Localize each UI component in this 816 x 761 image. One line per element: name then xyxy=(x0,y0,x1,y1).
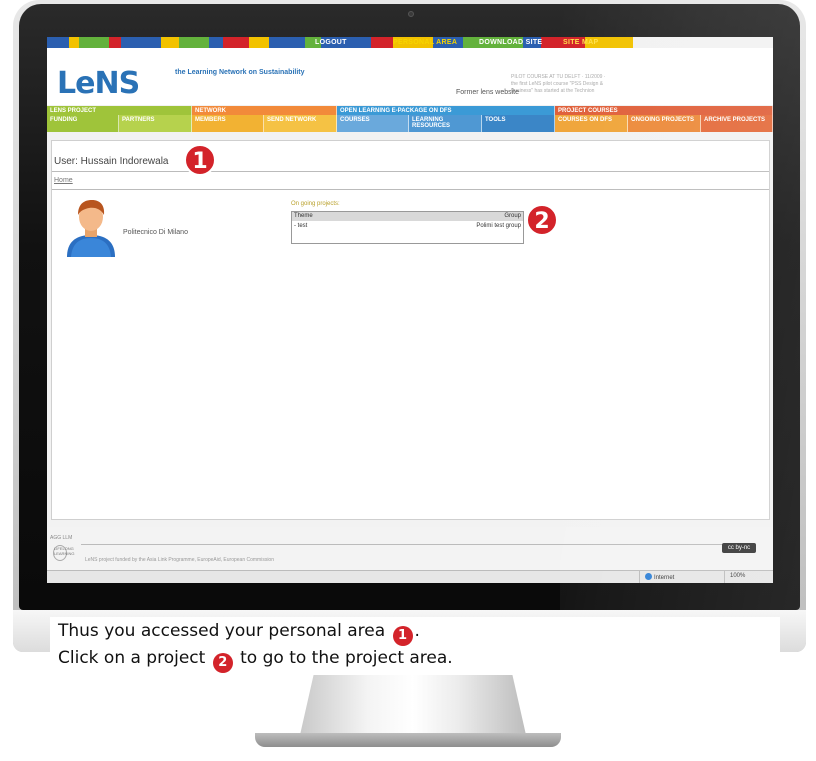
step-badge-1: 1 xyxy=(184,144,216,176)
menu-group-project-courses[interactable]: PROJECT COURSES xyxy=(555,106,773,115)
menu-item-funding[interactable]: FUNDING xyxy=(47,115,119,132)
divider xyxy=(81,544,746,545)
menu-item-tools[interactable]: TOOLS xyxy=(482,115,555,132)
personal-area-link[interactable]: PERSONAL AREA xyxy=(393,37,457,48)
column-header-group: Group xyxy=(504,213,521,219)
zoom-level[interactable]: 100% xyxy=(730,573,745,579)
top-nav: LOGOUT PERSONAL AREA DOWNLOAD SITE SITE … xyxy=(47,37,773,48)
menu-item-courses-on-dfs[interactable]: COURSES ON DFS xyxy=(555,115,628,132)
tagline: the Learning Network on Sustainability xyxy=(175,69,305,76)
caption-line-1: Thus you accessed your personal area 1. xyxy=(58,619,780,646)
column-header-theme: Theme xyxy=(294,213,313,219)
page-title: User: Hussain Indorewala xyxy=(54,156,169,167)
funding-note: LeNS project funded by the Asia Link Pro… xyxy=(85,557,274,563)
browser-screen: LOGOUT PERSONAL AREA DOWNLOAD SITE SITE … xyxy=(47,37,773,583)
lens-logo[interactable]: LeNS xyxy=(57,66,140,101)
menu-group-open-learning-e-package-on-dfs[interactable]: OPEN LEARNING E-PACKAGE ON DFS xyxy=(337,106,555,115)
menu-group-network[interactable]: NETWORK xyxy=(192,106,337,115)
caption-badge-1: 1 xyxy=(392,626,413,646)
security-zone: Internet xyxy=(645,573,674,581)
menu-item-archive-projects[interactable]: ARCHIVE PROJECTS xyxy=(701,115,773,132)
monitor-stage: LOGOUT PERSONAL AREA DOWNLOAD SITE SITE … xyxy=(0,0,816,761)
menu-groups: LENS PROJECT NETWORK OPEN LEARNING E-PACKA… xyxy=(47,106,773,115)
project-theme-link[interactable]: - test xyxy=(294,223,307,229)
menu-item-members[interactable]: MEMBERS xyxy=(192,115,264,132)
former-site-link[interactable]: Former lens website xyxy=(456,89,519,96)
globe-icon xyxy=(645,573,652,580)
ongoing-projects-label: On going projects: xyxy=(291,201,340,207)
avatar xyxy=(67,200,115,257)
site-map-link[interactable]: SITE MAP xyxy=(563,37,598,48)
step-badge-2: 2 xyxy=(526,204,558,236)
project-group[interactable]: Polimi test group xyxy=(476,223,521,229)
logout-link[interactable]: LOGOUT xyxy=(315,37,347,48)
home-link[interactable]: Home xyxy=(54,177,73,184)
creative-commons-badge[interactable]: cc by-nc xyxy=(722,543,756,553)
main-content: User: Hussain Indorewala Home Politecnic… xyxy=(51,140,770,520)
caption-badge-2: 2 xyxy=(212,653,233,673)
table-header: Theme Group xyxy=(292,212,523,221)
tutorial-caption: Thus you accessed your personal area 1. … xyxy=(50,617,780,675)
footer-small-text: AGG LLM xyxy=(50,535,73,541)
menu-item-send-network[interactable]: SEND NETWORK xyxy=(264,115,337,132)
camera-icon xyxy=(408,11,414,17)
menu-item-ongoing-projects[interactable]: ONGOING PROJECTS xyxy=(628,115,701,132)
divider xyxy=(52,171,769,172)
menu-items: FUNDING PARTNERS MEMBERS SEND NETWORK COURSE… xyxy=(47,115,773,132)
site-footer: AGG LLM LIFELONG LEARNING LeNS project f… xyxy=(47,527,773,571)
caption-line-2: Click on a project 2 to go to the projec… xyxy=(58,646,780,673)
llp-logo: LIFELONG LEARNING xyxy=(53,545,74,561)
download-site-link[interactable]: DOWNLOAD SITE xyxy=(479,37,542,48)
table-row[interactable]: - test Polimi test group xyxy=(292,221,523,231)
site-header: LeNS the Learning Network on Sustainabil… xyxy=(47,48,773,105)
university-name: Politecnico Di Milano xyxy=(123,229,188,236)
menu-item-courses[interactable]: COURSES xyxy=(337,115,409,132)
monitor-stand xyxy=(300,675,526,735)
projects-table: Theme Group - test Polimi test group xyxy=(291,211,524,244)
menu-group-lens-project[interactable]: LENS PROJECT xyxy=(47,106,192,115)
divider xyxy=(52,189,769,190)
monitor-base xyxy=(255,733,561,747)
news-snippet[interactable]: PILOT COURSE AT TU DELFT · 11/2009 · the… xyxy=(511,74,611,95)
menu-item-partners[interactable]: PARTNERS xyxy=(119,115,192,132)
browser-status-bar: Internet 100% xyxy=(47,570,773,583)
menu-item-learning-resources[interactable]: LEARNING RESOURCES xyxy=(409,115,482,132)
